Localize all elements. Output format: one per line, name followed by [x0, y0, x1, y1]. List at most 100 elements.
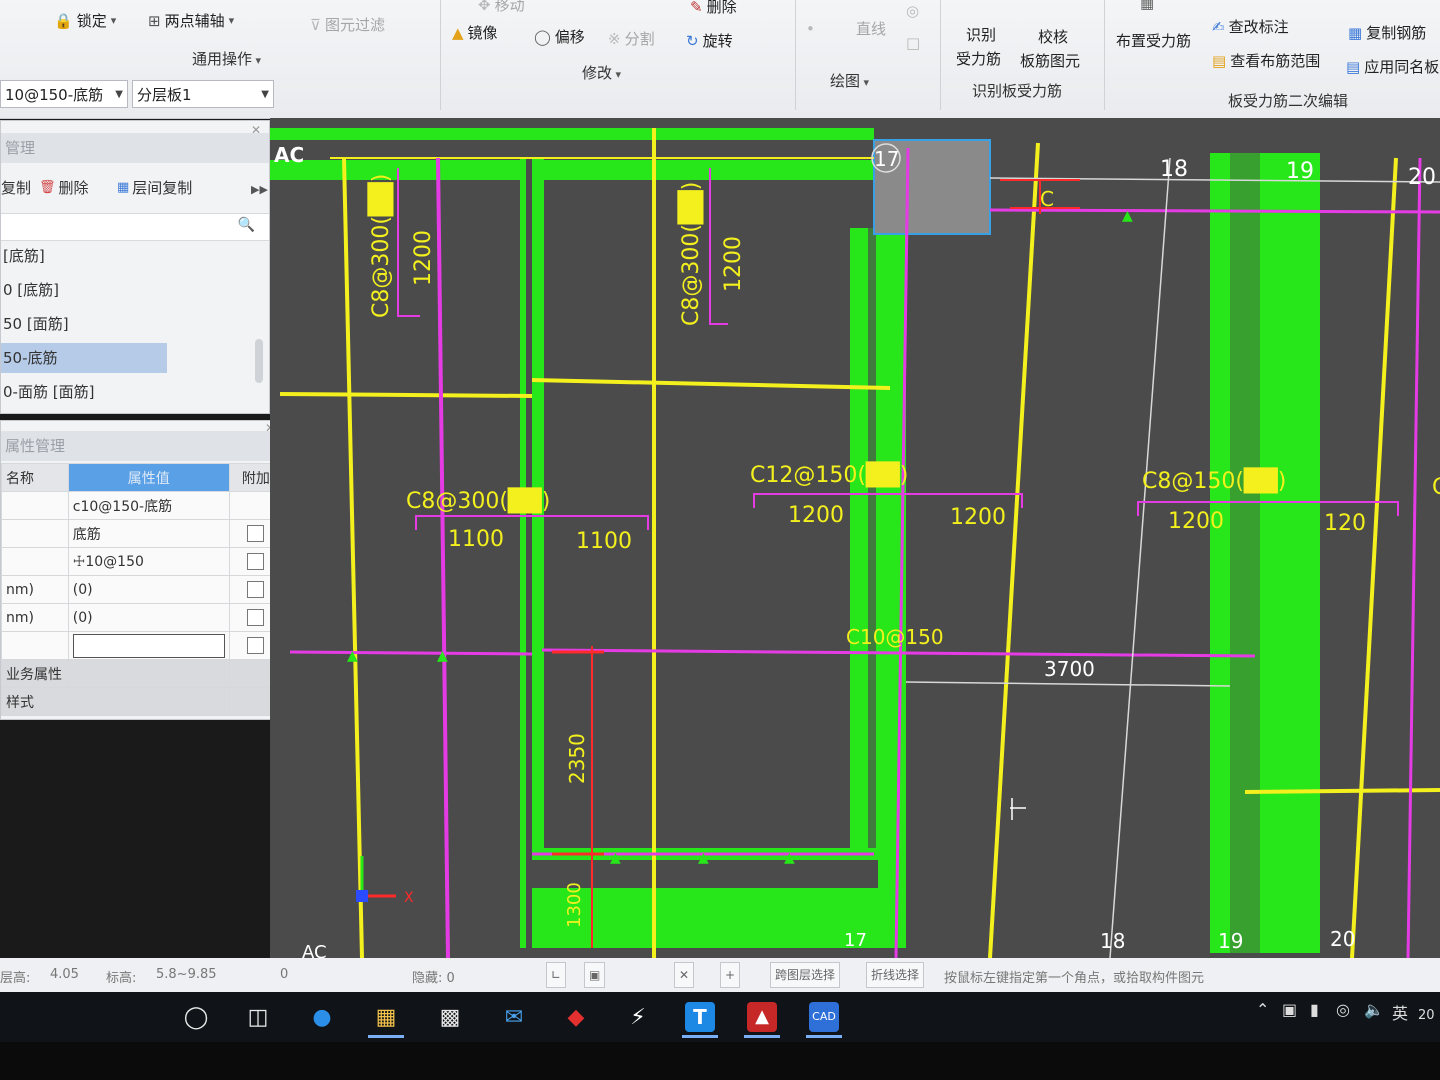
list-item-selected[interactable]: 50-底筋: [1, 343, 167, 373]
bar-marker: ▲: [1214, 210, 1225, 226]
table-row[interactable]: 业务属性: [1, 659, 283, 688]
tray-app-icon[interactable]: ▣: [1282, 1000, 1297, 1019]
bar-annotation[interactable]: C8@150(██): [1142, 467, 1286, 494]
edge-browser-icon[interactable]: ●: [298, 996, 346, 1038]
bar-annotation[interactable]: C8@300(██): [677, 182, 704, 326]
bar-annotation[interactable]: C8@300(██): [367, 174, 394, 318]
status-bar: 层高: 4.05 标高: 5.8~9.85 0 隐藏: 0 ∟ ▣ ✕ + 跨图…: [0, 958, 1440, 992]
rotate-button[interactable]: ↻ 旋转: [686, 30, 733, 51]
bar-marker: ▲: [698, 850, 709, 866]
edit-annotation-button[interactable]: ✍ 查改标注: [1212, 16, 1289, 37]
app-t-icon[interactable]: T: [676, 996, 724, 1038]
point-button[interactable]: •: [806, 20, 815, 38]
move-button[interactable]: ✥ 移动: [478, 0, 525, 15]
property-value[interactable]: (0): [67, 603, 230, 632]
rectangle-button[interactable]: □: [906, 34, 920, 52]
extra-checkbox[interactable]: [247, 637, 265, 654]
file-explorer-icon[interactable]: ▦: [362, 996, 410, 1038]
component-search-input[interactable]: 🔍: [1, 213, 269, 241]
bar-marker: ▲: [1122, 208, 1133, 224]
stress-bar-button[interactable]: 受力筋: [956, 48, 1001, 69]
axis-label: 19: [1286, 159, 1314, 184]
modify-group[interactable]: 修改: [582, 62, 621, 83]
property-value[interactable]: (0): [67, 575, 230, 604]
mirror-button[interactable]: ▲ 镜像: [452, 22, 498, 43]
property-value[interactable]: ☩10@150: [67, 547, 230, 576]
bar-annotation-partial[interactable]: C: [1432, 475, 1440, 500]
property-value[interactable]: 底筋: [67, 519, 230, 548]
rebar-line[interactable]: [279, 392, 533, 398]
offset-button[interactable]: ◯ 偏移: [534, 26, 585, 47]
cad-app-icon[interactable]: CAD: [800, 996, 848, 1038]
volume-icon[interactable]: 🔈: [1364, 1000, 1384, 1019]
battery-icon[interactable]: ▮: [1310, 1000, 1319, 1019]
layout-stress-icon-button[interactable]: ▦: [1140, 0, 1154, 12]
beam-19[interactable]: [1210, 153, 1320, 953]
mail-icon[interactable]: ✉: [490, 996, 538, 1038]
copy-component-button[interactable]: 复制: [1, 177, 31, 198]
chevron-down-icon: ▼: [261, 89, 269, 100]
circle-button[interactable]: ◎: [906, 2, 919, 20]
app-diamond-icon[interactable]: ◆: [552, 996, 600, 1038]
list-item[interactable]: [底筋]: [1, 241, 45, 271]
app-lightning-icon[interactable]: ⚡: [614, 996, 662, 1038]
list-scrollbar[interactable]: [255, 339, 263, 383]
clock[interactable]: 20: [1418, 1008, 1435, 1023]
task-view-icon[interactable]: ◫: [234, 996, 282, 1038]
move-icon: ✥: [478, 0, 491, 14]
network-icon[interactable]: ◎: [1336, 1000, 1350, 1019]
rebar-line[interactable]: [289, 650, 533, 656]
bar-annotation[interactable]: C8@300(██): [406, 487, 550, 514]
apply-same-name-button[interactable]: ▤ 应用同名板: [1346, 56, 1439, 77]
line-button[interactable]: 直线: [856, 18, 886, 39]
bar-annotation[interactable]: C: [1040, 187, 1054, 211]
view-range-button[interactable]: ▤ 查看布筋范围: [1212, 50, 1320, 71]
extra-checkbox[interactable]: [247, 553, 265, 570]
list-item[interactable]: 50 [面筋]: [1, 309, 69, 339]
element-selector[interactable]: 10@150-底筋 ▼: [0, 80, 128, 108]
bar-annotation[interactable]: C12@150(██): [750, 461, 908, 488]
chevron-down-icon: ▼: [115, 89, 123, 100]
copy-bar-button[interactable]: ▦ 复制钢筋: [1348, 22, 1426, 43]
floor-copy-button[interactable]: ▦ 层间复制: [117, 177, 192, 198]
filter-button[interactable]: ⊽ 图元过滤: [310, 14, 385, 35]
snap-toggle[interactable]: ✕: [674, 962, 695, 988]
identify-button[interactable]: 识别: [966, 24, 996, 45]
store-icon[interactable]: ▩: [426, 996, 474, 1038]
split-button[interactable]: ※ 分割: [608, 28, 655, 49]
list-item[interactable]: 0-面筋 [面筋]: [1, 377, 94, 407]
property-edit-input[interactable]: [72, 633, 225, 658]
axis-label: AC: [274, 143, 304, 167]
delete-component-button[interactable]: 🗑 删除: [39, 177, 89, 198]
list-item[interactable]: 0 [底筋]: [1, 275, 59, 305]
check-button[interactable]: 校核: [1038, 26, 1068, 47]
property-value[interactable]: c10@150-底筋: [67, 491, 230, 520]
lock-button[interactable]: 🔒 锁定: [54, 10, 116, 31]
slab-bar-element-button[interactable]: 板筋图元: [1020, 50, 1080, 71]
dimension-text: 120: [1324, 511, 1366, 536]
ime-indicator[interactable]: 英: [1392, 1000, 1408, 1024]
general-ops-group[interactable]: 通用操作: [192, 48, 261, 69]
table-row[interactable]: 样式: [1, 687, 283, 716]
extra-checkbox[interactable]: [247, 525, 265, 542]
polyline-select-toggle[interactable]: 折线选择: [866, 962, 925, 988]
extra-checkbox[interactable]: [247, 609, 265, 626]
cross-layer-select-toggle[interactable]: 跨图层选择: [770, 962, 841, 988]
close-icon[interactable]: ✕: [251, 123, 261, 137]
app-red-icon[interactable]: ▲: [738, 996, 786, 1038]
search-circle-icon[interactable]: ◯: [172, 996, 220, 1038]
ortho-toggle[interactable]: ∟: [546, 962, 567, 988]
plus-toggle[interactable]: +: [720, 962, 741, 988]
chevron-up-icon[interactable]: ⌃: [1256, 1000, 1269, 1019]
search-icon[interactable]: 🔍: [238, 217, 255, 233]
drawing-canvas[interactable]: ▲ ▲ ▲ ▲ ▲ ▲ ▲ AC 17 18 19 20 AC 17 18 19…: [270, 118, 1440, 958]
layer-selector[interactable]: 分层板1 ▼: [132, 80, 274, 108]
delete-button[interactable]: ✎ 删除: [690, 0, 737, 17]
extra-checkbox[interactable]: [247, 581, 265, 598]
draw-group[interactable]: 绘图: [830, 70, 869, 91]
more-icon[interactable]: ▶▶: [251, 183, 268, 196]
layout-stress-button[interactable]: 布置受力筋: [1116, 30, 1191, 51]
bar-annotation[interactable]: C10@150: [846, 625, 944, 649]
two-point-axis-button[interactable]: ⊞ 两点辅轴: [148, 10, 234, 31]
grid-toggle[interactable]: ▣: [584, 962, 606, 988]
